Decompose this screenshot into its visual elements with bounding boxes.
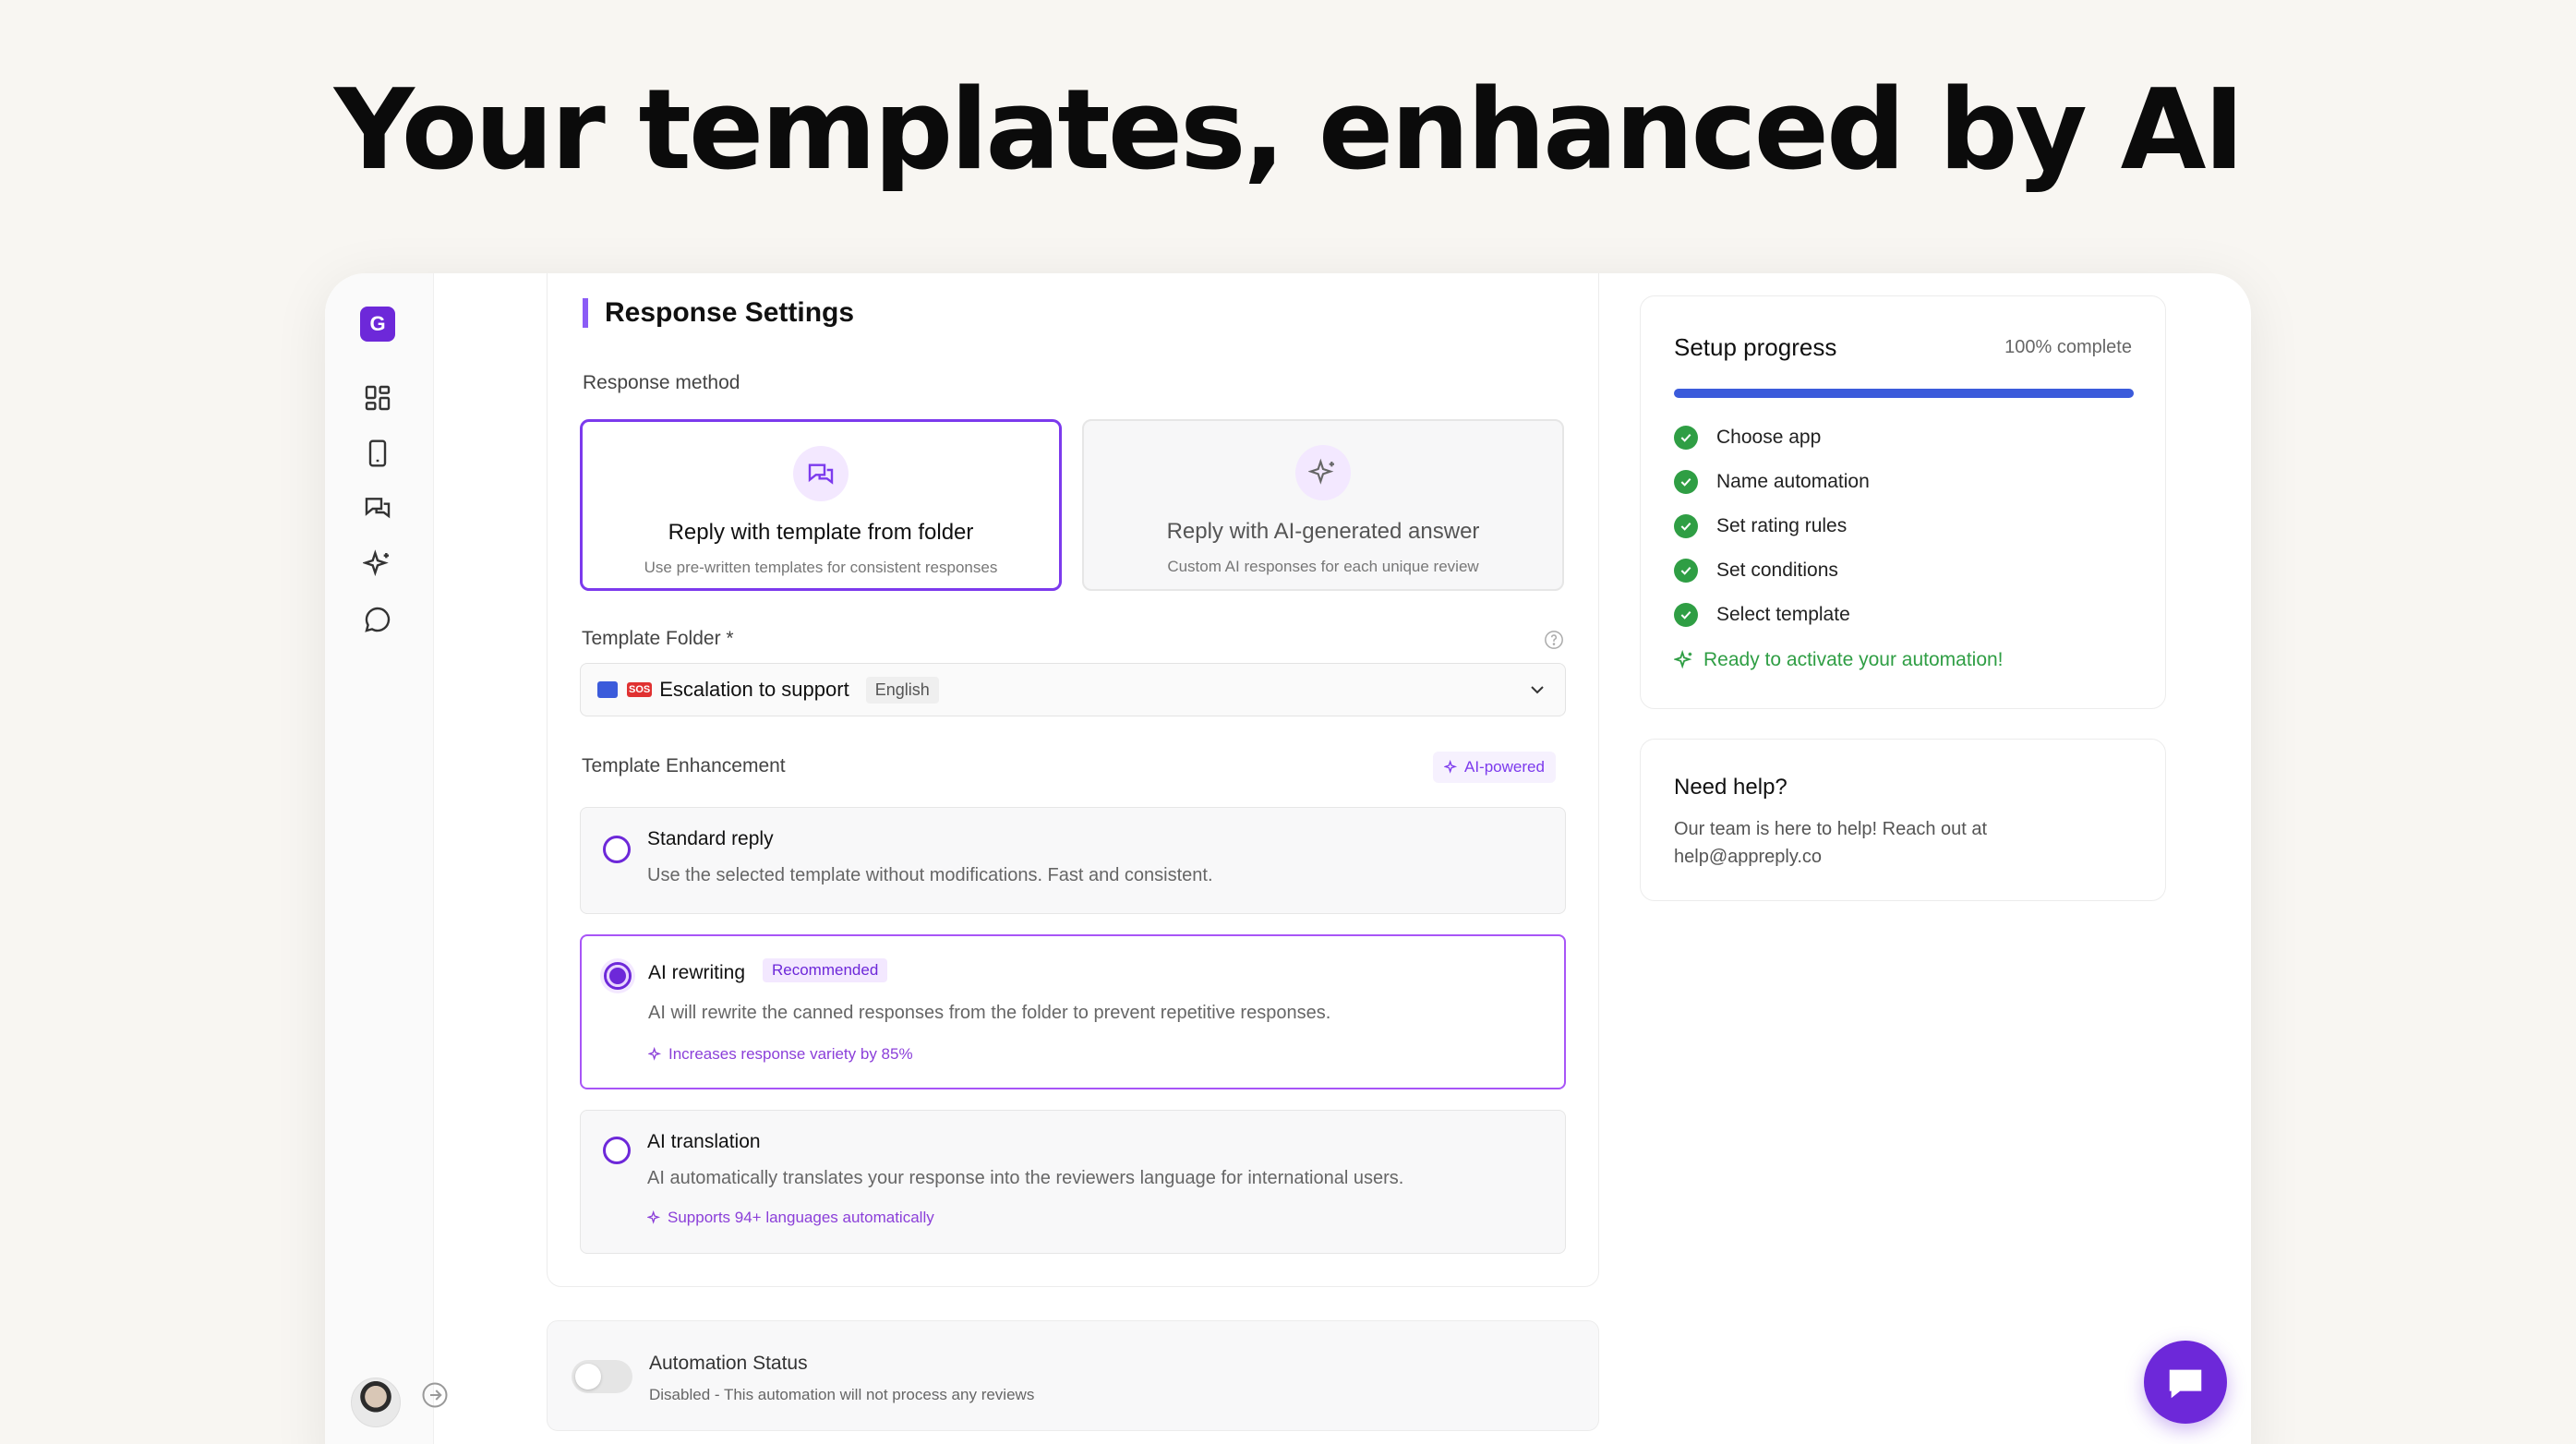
dashboard-icon[interactable] [360,380,395,415]
phone-icon[interactable] [360,436,395,471]
progress-percent: 100% complete [2004,337,2132,357]
radio-standard[interactable] [603,836,631,863]
progress-fill [1674,389,2134,398]
folder-icon [597,681,618,698]
language-chip: English [865,676,939,704]
chats-icon[interactable] [360,491,395,526]
method-ai-option[interactable]: Reply with AI-generated answer Custom AI… [1082,419,1564,591]
sparkles-icon [647,1210,661,1224]
chat-bubbles-icon [793,446,849,501]
sparkles-icon[interactable] [360,547,395,582]
step-item: Set rating rules [1674,514,1847,538]
automation-toggle[interactable] [572,1360,632,1393]
step-item: Select template [1674,603,1850,627]
automation-status-card: Automation Status Disabled - This automa… [547,1320,1599,1431]
option-desc: Use the selected template without modifi… [647,865,1213,885]
method-title: Reply with template from folder [668,520,974,545]
chevron-down-icon[interactable] [1526,679,1548,701]
step-item: Name automation [1674,470,1870,494]
chat-icon [2169,1369,2202,1399]
response-method-label: Response method [583,372,740,393]
progress-title: Setup progress [1674,333,1837,361]
logout-icon[interactable] [421,1381,449,1409]
folder-value: Escalation to support [659,678,849,701]
help-text: Our team is here to help! Reach out at h… [1674,819,1988,867]
progress-bar [1674,389,2134,398]
radio-ai-translation[interactable] [603,1137,631,1164]
sos-icon: SOS [627,682,653,697]
setup-progress-card: Setup progress 100% complete Choose app … [1640,295,2166,709]
option-note: Supports 94+ languages automatically [647,1209,934,1227]
option-desc: AI automatically translates your respons… [647,1168,1404,1188]
sparkles-icon [1674,650,1692,669]
ready-message: Ready to activate your automation! [1674,649,2004,671]
template-folder-select[interactable]: SOS Escalation to support English [580,663,1566,716]
sparkles-icon [1444,760,1458,774]
method-subtitle: Custom AI responses for each unique revi… [1167,558,1479,575]
check-icon [1674,470,1698,494]
ai-powered-badge: AI-powered [1433,752,1556,783]
help-card: Need help? Our team is here to help! Rea… [1640,739,2166,901]
option-title: AI rewriting [648,962,746,983]
help-circle-icon[interactable] [1544,630,1564,650]
check-icon [1674,514,1698,538]
check-icon [1674,426,1698,450]
ai-translation-option[interactable]: AI translation AI automatically translat… [580,1110,1566,1254]
headline: Your templates, enhanced by AI [333,66,2245,195]
template-folder-label: Template Folder * [582,628,734,649]
app-logo[interactable]: G [360,307,395,342]
automation-status-title: Automation Status [649,1353,808,1374]
recommended-badge: Recommended [763,958,888,982]
sparkles-icon [1295,445,1351,500]
option-title: Standard reply [647,828,774,849]
step-item: Choose app [1674,426,1821,450]
method-title: Reply with AI-generated answer [1166,519,1480,544]
check-icon [1674,603,1698,627]
radio-ai-rewriting[interactable] [604,962,632,990]
sidebar: G [325,273,434,1444]
ai-rewriting-option[interactable]: AI rewriting Recommended AI will rewrite… [580,934,1566,1089]
standard-reply-option[interactable]: Standard reply Use the selected template… [580,807,1566,914]
avatar[interactable] [351,1378,401,1427]
method-template-option[interactable]: Reply with template from folder Use pre-… [580,419,1062,591]
automation-status-desc: Disabled - This automation will not proc… [649,1386,1035,1403]
chat-button[interactable] [2144,1341,2227,1424]
help-title: Need help? [1674,775,1788,800]
option-title: AI translation [647,1131,761,1152]
sparkles-icon [648,1047,662,1061]
check-icon [1674,559,1698,583]
step-item: Set conditions [1674,559,1838,583]
ai-badge-label: AI-powered [1464,758,1545,776]
template-enhancement-label: Template Enhancement [582,755,786,776]
message-icon[interactable] [360,602,395,637]
method-subtitle: Use pre-written templates for consistent… [644,559,998,576]
section-title: Response Settings [583,298,854,328]
option-note: Increases response variety by 85% [648,1045,913,1064]
app-window: G Response Settings Response method Repl… [325,273,2251,1444]
option-desc: AI will rewrite the canned responses fro… [648,1003,1331,1023]
